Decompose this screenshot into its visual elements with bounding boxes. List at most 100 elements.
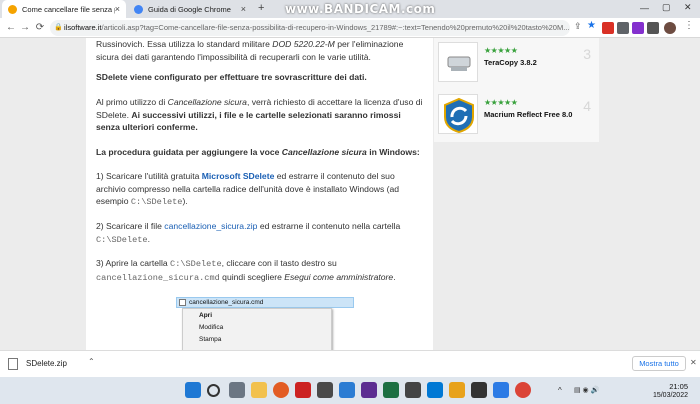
- close-tab-icon[interactable]: ×: [241, 4, 246, 14]
- filename-code: cancellazione_sicura.cmd: [96, 272, 220, 283]
- paragraph: 3) Aprire la cartella C:\SDelete, clicca…: [96, 257, 426, 284]
- clock-time[interactable]: 21:05: [652, 382, 688, 391]
- text: , cliccare con il tasto destro su: [221, 258, 337, 268]
- chrome-icon[interactable]: [515, 382, 531, 398]
- text: 1) Scaricare l'utilità gratuita: [96, 171, 202, 181]
- forward-icon[interactable]: →: [18, 21, 32, 35]
- rank-number: 4: [583, 98, 591, 114]
- file-explorer-icon[interactable]: [251, 382, 267, 398]
- windows-taskbar: ^ ▤ ◉ 🔊 21:05 15/03/2022: [0, 377, 700, 404]
- minimize-icon[interactable]: —: [640, 3, 649, 13]
- bold-text: SDelete viene configurato per effettuare…: [96, 72, 367, 82]
- tab-inactive[interactable]: Guida di Google Chrome ×: [128, 0, 252, 18]
- app-icon[interactable]: [449, 382, 465, 398]
- text: .: [147, 233, 150, 244]
- close-downloads-icon[interactable]: ✕: [690, 358, 697, 367]
- browser-toolbar: ← → ⟳ 🔒 ilsoftware.it/articoli.asp?tag=C…: [0, 18, 700, 38]
- sidebar-item-macrium[interactable]: ★★★★★ Macrium Reflect Free 8.0 4: [434, 90, 599, 142]
- text: ed estrarne il contenuto nella cartella: [257, 221, 401, 231]
- rank-number: 3: [583, 46, 591, 62]
- file-name: cancellazione_sicura.cmd: [189, 299, 264, 306]
- extension-icon[interactable]: [602, 22, 614, 34]
- new-tab-button[interactable]: +: [258, 2, 264, 14]
- download-item[interactable]: SDelete.zip: [26, 359, 67, 368]
- firefox-icon[interactable]: [273, 382, 289, 398]
- menu-item-open: Apri: [199, 312, 212, 319]
- bold-text: in Windows:: [366, 147, 420, 157]
- url-domain: ilsoftware.it: [64, 23, 102, 32]
- chrome-help-favicon: [134, 4, 143, 14]
- rating-stars: ★★★★★: [484, 46, 518, 55]
- filezilla-icon[interactable]: [295, 382, 311, 398]
- paragraph: 2) Scaricare il file cancellazione_sicur…: [96, 220, 426, 246]
- show-all-button[interactable]: Mostra tutto: [632, 356, 686, 371]
- app-icon[interactable]: [339, 382, 355, 398]
- text: 3) Aprire la cartella: [96, 258, 171, 268]
- italic-text: Esegui come amministratore: [284, 271, 394, 282]
- app-icon[interactable]: [471, 382, 487, 398]
- chevron-up-icon[interactable]: ⌃: [88, 357, 95, 366]
- text: Russinovich. Essa utilizza lo standard m…: [96, 39, 273, 49]
- tab-title: Come cancellare file senza possib: [22, 4, 115, 14]
- paragraph: SDelete viene configurato per effettuare…: [96, 71, 426, 84]
- sdelete-link[interactable]: Microsoft SDelete: [202, 171, 275, 181]
- tab-active[interactable]: Come cancellare file senza possib ×: [2, 0, 126, 18]
- close-window-icon[interactable]: ✕: [684, 2, 692, 13]
- paragraph: Russinovich. Essa utilizza lo standard m…: [96, 38, 426, 63]
- reload-icon[interactable]: ⟳: [33, 21, 47, 35]
- profile-avatar[interactable]: [664, 22, 676, 34]
- app-icon[interactable]: [361, 382, 377, 398]
- back-icon[interactable]: ←: [4, 21, 18, 35]
- share-icon[interactable]: ⇪: [574, 21, 582, 32]
- cmd-file-icon: [179, 299, 186, 306]
- search-icon[interactable]: [207, 384, 220, 397]
- italic-text: Cancellazione sicura: [167, 97, 247, 107]
- extensions-puzzle-icon[interactable]: [647, 22, 659, 34]
- close-tab-icon[interactable]: ×: [115, 4, 120, 14]
- menu-item-print: Stampa: [199, 336, 222, 343]
- bold-text: La procedura guidata per aggiungere la v…: [96, 147, 282, 157]
- teracopy-logo: [438, 42, 478, 82]
- context-menu: Apri Modifica Stampa: [182, 308, 332, 350]
- path-code: C:\SDelete: [96, 234, 148, 245]
- macrium-logo: [438, 94, 478, 134]
- text: Al primo utilizzo di: [96, 97, 168, 107]
- app-icon[interactable]: [317, 382, 333, 398]
- menu-icon[interactable]: ⋮: [684, 20, 694, 31]
- text: 2) Scaricare il file: [96, 221, 165, 231]
- start-icon[interactable]: [185, 382, 201, 398]
- page-viewport: Russinovich. Essa utilizza lo standard m…: [0, 38, 700, 350]
- zip-file-icon: [8, 358, 18, 370]
- tray-icons[interactable]: ▤ ◉ 🔊: [574, 386, 599, 394]
- task-view-icon[interactable]: [229, 382, 245, 398]
- site-favicon: [8, 4, 17, 14]
- bold-text: Ai successivi utilizzi, i file e le cart…: [96, 109, 401, 133]
- article-screenshot: cancellazione_sicura.cmd Apri Modifica S…: [176, 297, 356, 350]
- italic-text: Cancellazione sicura: [281, 147, 367, 157]
- app-icon[interactable]: [427, 382, 443, 398]
- clock-date[interactable]: 15/03/2022: [640, 392, 688, 399]
- menu-item-edit: Modifica: [199, 324, 224, 331]
- url-path: /articoli.asp?tag=Come-cancellare-file-s…: [101, 23, 570, 32]
- text: quindi scegliere: [219, 271, 285, 282]
- extension-icon[interactable]: [632, 22, 644, 34]
- tray-chevron-icon[interactable]: ^: [558, 386, 562, 395]
- paragraph: La procedura guidata per aggiungere la v…: [96, 146, 426, 159]
- software-sidebar: ★★★★★ TeraCopy 3.8.2 3 ★★★★★ Macrium Ref…: [434, 38, 599, 142]
- address-bar[interactable]: 🔒 ilsoftware.it/articoli.asp?tag=Come-ca…: [50, 20, 570, 36]
- app-icon[interactable]: [383, 382, 399, 398]
- sidebar-item-teracopy[interactable]: ★★★★★ TeraCopy 3.8.2 3: [434, 38, 599, 90]
- text: ).: [182, 196, 188, 206]
- standard-name: DOD 5220.22-M: [272, 39, 335, 49]
- bookmark-star-icon[interactable]: ★: [587, 20, 596, 31]
- maximize-icon[interactable]: ▢: [662, 2, 671, 13]
- tab-strip: Come cancellare file senza possib × Guid…: [0, 0, 700, 18]
- tab-title: Guida di Google Chrome: [148, 4, 231, 14]
- app-icon[interactable]: [405, 382, 421, 398]
- extension-icon[interactable]: [617, 22, 629, 34]
- text: .: [393, 271, 396, 282]
- lock-icon: 🔒: [54, 24, 63, 31]
- app-icon[interactable]: [493, 382, 509, 398]
- zip-link[interactable]: cancellazione_sicura.zip: [164, 221, 257, 231]
- bandicam-watermark: www.BANDICAM.com: [285, 2, 436, 16]
